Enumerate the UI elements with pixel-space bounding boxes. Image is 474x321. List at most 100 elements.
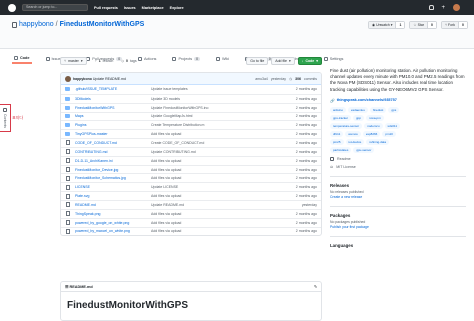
readme-link[interactable]: Readme — [330, 156, 466, 161]
tab-settings[interactable]: Settings — [322, 53, 346, 64]
topic-tag[interactable]: iot-device — [345, 138, 365, 145]
commit-message-link[interactable]: Update CONTRIBUTING.md — [151, 150, 296, 154]
commit-message-link[interactable]: Add files via upload — [151, 212, 296, 216]
file-name-link[interactable]: FinedustMonitor_Schematics.jpg — [75, 176, 151, 180]
file-name-link[interactable]: FinedustMonitor_Device.jpg — [75, 168, 151, 172]
commit-count[interactable]: 306 — [295, 77, 301, 81]
commit-message-link[interactable]: Create CODE_OF_CONDUCT.md — [151, 141, 296, 145]
go-to-file-button[interactable]: Go to file — [246, 57, 269, 65]
file-icon — [65, 193, 70, 199]
file-name-link[interactable]: powered_by_google_on_white.png — [75, 221, 151, 225]
star-button[interactable]: ☆ Star 0 — [409, 21, 437, 29]
topic-tag[interactable]: finedust — [369, 106, 387, 113]
commit-message-link[interactable]: Add files via upload — [151, 229, 296, 233]
branch-select[interactable]: ⑂ master ▾ — [60, 57, 87, 65]
topic-tag[interactable]: particulates — [330, 146, 352, 153]
topic-tag[interactable]: gps-tracker — [330, 114, 352, 121]
file-name-link[interactable]: CODE_OF_CONDUCT.md — [75, 141, 151, 145]
file-name-link[interactable]: Plate.svg — [75, 194, 151, 198]
fork-count[interactable]: 0 — [458, 22, 467, 28]
repo-owner-link[interactable]: happybono — [19, 21, 54, 28]
avatar[interactable] — [453, 4, 460, 11]
file-name-link[interactable]: D1-D-11_ArchiKanen.ini — [75, 159, 151, 163]
repo-header: happybono / FinedustMonitorWithGPS ◉ Unwa… — [0, 15, 474, 64]
commit-message-link[interactable]: Add files via upload — [151, 194, 296, 198]
website-link[interactable]: 🔗 thingspeak.com/channels/935757 — [330, 98, 466, 103]
commit-message-link[interactable]: Update README.md — [151, 203, 302, 207]
commit-author-avatar[interactable] — [65, 75, 71, 82]
unwatch-count[interactable]: 1 — [395, 22, 405, 28]
topic-tag[interactable]: gpu-sensor — [353, 146, 375, 153]
packages-heading[interactable]: Packages — [330, 213, 466, 218]
star-count[interactable]: 0 — [426, 22, 436, 28]
bell-icon[interactable] — [429, 5, 435, 10]
commit-count-label[interactable]: commits — [304, 77, 317, 81]
commit-message-link[interactable]: Add files via upload — [151, 132, 296, 136]
topic-tag[interactable]: nova-pm — [366, 114, 384, 121]
commit-message-link[interactable]: Add files via upload — [151, 159, 296, 163]
tab-code[interactable]: Code — [12, 53, 32, 64]
file-icon — [65, 220, 70, 226]
branches-link[interactable]: ⑂ 1 branch — [95, 59, 114, 63]
topic-tag[interactable]: refining-data — [366, 138, 390, 145]
commit-message-link[interactable]: Update LICENSE — [151, 185, 296, 189]
commit-message-link[interactable]: Add files via upload — [151, 176, 296, 180]
nav-explore[interactable]: Explore — [170, 6, 184, 10]
fork-button[interactable]: ⑂ Fork 0 — [440, 21, 468, 29]
commit-message-link[interactable]: Update GoogleMapJs.html — [151, 114, 296, 118]
commit-hash[interactable]: amu3a4 — [255, 77, 268, 81]
file-name-link[interactable]: FinedustMonitorWithGPS — [75, 106, 151, 110]
topic-tag[interactable]: sds011 — [384, 122, 400, 129]
commit-author[interactable]: happybono — [73, 77, 92, 81]
tags-link[interactable]: ◇ 0 tags — [121, 59, 136, 63]
file-name-link[interactable]: README.md — [75, 203, 151, 207]
file-row: D1-D-11_ArchiKanen.ini Add files via uplo… — [61, 155, 321, 165]
code-download-button[interactable]: ↓ Code ▾ — [297, 57, 322, 65]
topic-tag[interactable]: wemos — [345, 130, 361, 137]
file-name-link[interactable]: LICENSE — [75, 185, 151, 189]
file-name-link[interactable]: TinyGPSPlus-master — [75, 132, 151, 136]
contents-toggle-button[interactable]: Contents — [0, 104, 11, 132]
add-file-button[interactable]: Add file ▾ — [271, 57, 295, 65]
github-logo-icon[interactable] — [8, 3, 16, 12]
topic-tag[interactable]: esdaeniuu — [348, 106, 368, 113]
license-link[interactable]: ⚖ MIT License — [330, 165, 466, 169]
commit-message-link[interactable]: Create Temperature Distribution.m — [151, 123, 296, 127]
commit-message-link[interactable]: Update 3D models — [151, 97, 296, 101]
releases-heading[interactable]: Releases — [330, 183, 466, 188]
search-input[interactable]: Search or jump to... — [22, 4, 88, 11]
repo-name-link[interactable]: FinedustMonitorWithGPS — [60, 21, 145, 28]
plus-icon[interactable]: + — [441, 5, 445, 11]
topic-tag[interactable]: esp8266 — [362, 130, 381, 137]
topic-tag[interactable]: arduino — [330, 106, 347, 113]
topic-tag[interactable]: gpp — [353, 114, 365, 121]
unwatch-button[interactable]: ◉ Unwatch ▾ 1 — [368, 21, 406, 29]
topic-tag[interactable]: dht11 — [330, 130, 344, 137]
file-name-link[interactable]: powered_by_maxcel_on_white.png — [75, 229, 151, 233]
topic-tag[interactable]: nodemcu — [364, 122, 383, 129]
nav-pull-requests[interactable]: Pull requests — [94, 6, 118, 10]
file-name-link[interactable]: 3DModels — [75, 97, 151, 101]
file-name-link[interactable]: .github/ISSUE_TEMPLATE — [75, 87, 151, 91]
file-icon — [65, 184, 70, 190]
topic-tag[interactable]: pm25 — [330, 138, 344, 145]
commit-message-link[interactable]: Add files via upload — [151, 221, 296, 225]
publish-package-link[interactable]: Publish your first package — [330, 225, 466, 229]
file-list: happybono Update README.md amu3a4 yester… — [60, 72, 322, 237]
file-name-link[interactable]: Plugins — [75, 123, 151, 127]
nav-issues[interactable]: Issues — [124, 6, 136, 10]
topic-tag[interactable]: pm10 — [382, 130, 396, 137]
pencil-icon[interactable]: ✎ — [314, 284, 317, 289]
commit-message[interactable]: Update README.md — [93, 77, 126, 81]
file-name-link[interactable]: Maps — [75, 114, 151, 118]
commit-message-link[interactable]: Add files via upload — [151, 168, 296, 172]
commit-message-link[interactable]: Update issue templates — [151, 87, 296, 91]
file-name-link[interactable]: ThingSpeak.png — [75, 212, 151, 216]
nav-marketplace[interactable]: Marketplace — [142, 6, 164, 10]
commit-message-link[interactable]: Update FinedustMonitorWithGPS.ino — [151, 106, 296, 110]
add-file-label: Add file — [275, 59, 287, 63]
create-release-link[interactable]: Create a new release — [330, 195, 466, 199]
topic-tag[interactable]: temperature-sensor — [330, 122, 363, 129]
topic-tag[interactable]: gps — [388, 106, 400, 113]
file-name-link[interactable]: CONTRIBUTING.md — [75, 150, 151, 154]
